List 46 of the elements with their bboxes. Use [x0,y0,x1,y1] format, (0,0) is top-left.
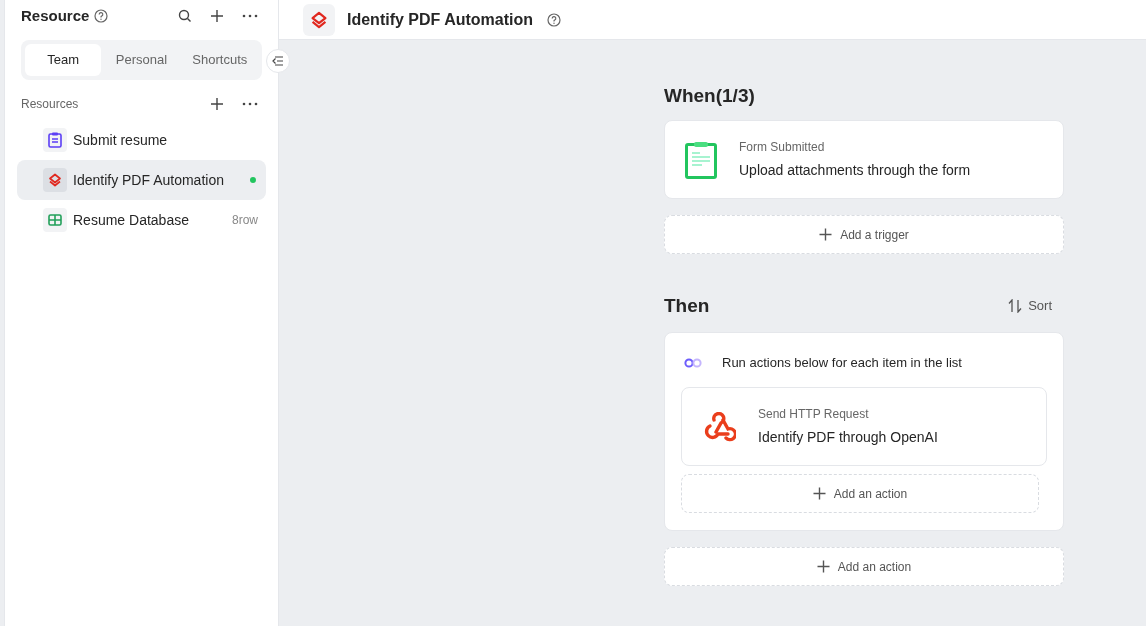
help-icon[interactable] [94,9,109,23]
section-heading: Then [664,293,710,318]
trigger-description: Upload attachments through the form [739,161,971,180]
table-icon [43,208,67,232]
automation-icon [43,168,67,192]
sort-icon [1008,299,1023,313]
more-icon[interactable] [242,102,258,106]
webhook-icon [704,411,736,442]
sidebar-tab[interactable]: Personal [103,44,180,76]
search-icon[interactable] [178,9,192,23]
sidebar-tab[interactable]: Team [25,44,102,76]
add-trigger-button[interactable]: Add a trigger [664,215,1064,254]
add-icon[interactable] [210,97,224,111]
loop-icon [684,358,702,368]
plus-icon [816,560,830,573]
collapse-icon [272,56,284,66]
item-label: Resume Database [73,210,190,230]
item-label: Identify PDF Automation [73,170,225,190]
section-heading: When(1/3) [664,84,756,108]
plus-icon [819,228,833,241]
action-description: Identify PDF through OpenAI [758,428,938,447]
plus-icon [812,487,826,500]
loop-description: Run actions below for each item in the list [722,354,962,373]
clipboard-icon [685,140,717,179]
resource-item[interactable]: Identify PDF Automation [17,160,266,200]
add-action-button[interactable]: Add an action [681,474,1039,513]
add-action-button[interactable]: Add an action [664,547,1064,586]
add-icon[interactable] [210,9,224,23]
sidebar-title: Resource [21,5,90,26]
automation-icon [303,3,335,36]
more-icon[interactable] [242,14,258,18]
item-label: Submit resume [73,130,169,150]
collapse-sidebar-button[interactable] [266,49,290,73]
trigger-card[interactable]: Form Submitted Upload attachments through the form [664,120,1064,199]
action-type: Send HTTP Request [758,406,870,423]
form-icon [43,128,67,152]
sidebar-tab[interactable]: Shortcuts [181,44,258,76]
section-title: Resources [21,96,79,113]
resource-item[interactable]: Resume Database 8row [17,200,266,240]
sort-button[interactable]: Sort [1008,296,1052,316]
help-icon[interactable] [547,12,562,27]
resource-item[interactable]: Submit resume [17,120,266,160]
page-title: Identify PDF Automation [347,9,534,30]
action-card[interactable]: Send HTTP Request Identify PDF through OpenAI [681,387,1047,466]
trigger-type: Form Submitted [739,139,826,156]
row-count: 8row [232,212,258,229]
